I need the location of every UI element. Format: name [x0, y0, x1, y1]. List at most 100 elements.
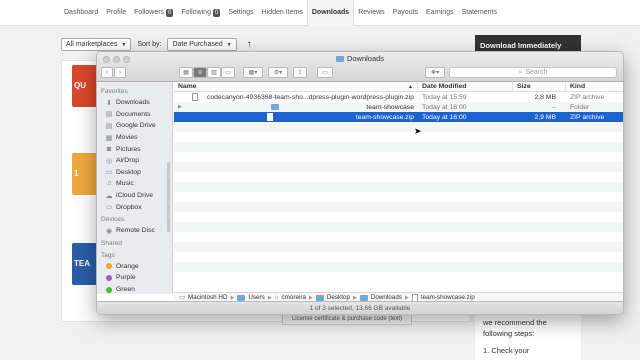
sidebar-item-music[interactable]: ♫ Music: [97, 178, 172, 190]
sidebar-item-movies[interactable]: ▦ Movies: [97, 132, 172, 144]
path-segment[interactable]: Users: [248, 294, 264, 301]
download-panel-body: we recommend the following steps: 1. Che…: [475, 313, 581, 360]
sidebar-item-desktop[interactable]: ▭ Desktop: [97, 167, 172, 179]
file-row[interactable]: codecanyon-4936368-team-sho...dpress-plu…: [174, 92, 623, 102]
file-date: Today at 16:00: [422, 103, 467, 111]
nav-earnings[interactable]: Earnings: [422, 0, 458, 26]
nav-payouts[interactable]: Payouts: [389, 0, 422, 26]
sidebar-item-pictures[interactable]: ◙ Pictures: [97, 143, 172, 155]
path-segment[interactable]: Desktop: [327, 294, 350, 301]
sidebar-tag-orange[interactable]: Orange: [97, 261, 172, 273]
camera-icon: ◙: [106, 145, 112, 153]
nav-downloads[interactable]: Downloads: [306, 0, 355, 26]
share-icon: ⇪: [297, 70, 303, 76]
sidebar-item-airdrop[interactable]: ◎ AirDrop: [97, 155, 172, 167]
sidebar-item-remote-disc[interactable]: ◉ Remote Disc: [97, 225, 172, 237]
sidebar-tag-purple[interactable]: Purple: [97, 272, 172, 284]
empty-row: [174, 242, 623, 252]
path-segment[interactable]: Macintosh HD: [188, 294, 228, 301]
file-date: Today at 15:59: [422, 93, 467, 101]
gallery-icon: ▭: [225, 70, 231, 76]
column-view-button[interactable]: ▥: [207, 67, 221, 78]
nav-profile[interactable]: Profile: [102, 0, 130, 26]
nav-label: Downloads: [311, 9, 350, 16]
nav-followers[interactable]: Followers 0: [130, 0, 177, 26]
chevron-right-icon: ▶: [352, 294, 357, 301]
back-button[interactable]: ‹: [101, 67, 113, 78]
nav-following[interactable]: Following 0: [177, 0, 224, 26]
column-size-header[interactable]: Size: [513, 81, 566, 92]
search-placeholder: Search: [525, 69, 548, 76]
sort-select[interactable]: Date Purchased ▼: [167, 38, 237, 51]
folder-icon: [359, 294, 368, 301]
thumbnail-text: QU: [74, 81, 86, 90]
sidebar-scrollbar[interactable]: [167, 162, 170, 232]
file-size: 2,8 MB: [534, 93, 556, 101]
sort-direction-icon[interactable]: ↑: [247, 39, 252, 50]
column-date-header[interactable]: Date Modified: [418, 81, 513, 92]
list-view-button[interactable]: ≡: [193, 67, 207, 78]
column-kind-header[interactable]: Kind: [566, 82, 623, 92]
marketplace-select[interactable]: All marketplaces ▼: [61, 38, 132, 51]
file-row[interactable]: ▶ team-showcase Today at 16:00 -- Folder: [174, 102, 623, 112]
folder-icon: [237, 294, 246, 301]
path-segment[interactable]: Downloads: [371, 294, 402, 301]
list-icon: ≡: [198, 69, 202, 76]
nav-label: Hidden Items: [261, 9, 303, 16]
column-label: Kind: [570, 83, 586, 90]
window-title: Downloads: [97, 54, 623, 63]
search-field[interactable]: ⌕ Search: [449, 67, 617, 78]
file-row-selected[interactable]: team-showcase.zip Today at 16:00 2,9 MB …: [174, 112, 623, 122]
forward-button[interactable]: ›: [114, 67, 126, 78]
sidebar-item-documents[interactable]: ▤ Documents: [97, 109, 172, 121]
gear-icon: ⚙▾: [273, 70, 283, 76]
chevron-down-icon: ▼: [226, 41, 232, 48]
column-name-header[interactable]: Name ▲: [174, 81, 418, 92]
file-kind: ZIP archive: [570, 113, 605, 121]
sidebar-tag-green[interactable]: Green: [97, 284, 172, 296]
nav-label: Earnings: [425, 9, 454, 16]
sidebar-item-icloud-drive[interactable]: ☁ iCloud Drive: [97, 190, 172, 202]
chevron-left-icon: ‹: [106, 69, 108, 76]
finder-sidebar: Favorites ⬇ Downloads ▤ Documents ▤ Google …: [97, 82, 173, 294]
disclosure-triangle-icon[interactable]: ▶: [178, 104, 184, 110]
sidebar-item-label: Movies: [116, 134, 138, 142]
nav-settings[interactable]: Settings: [224, 0, 257, 26]
columns-icon: ▥: [211, 70, 217, 76]
folder-icon: [315, 294, 324, 301]
path-segment[interactable]: cmoreira: [281, 294, 306, 301]
nav-hidden-items[interactable]: Hidden Items: [258, 0, 307, 26]
path-segment[interactable]: team-showcase.zip: [421, 294, 475, 301]
sidebar-item-dropbox[interactable]: ▭ Dropbox: [97, 201, 172, 213]
chevron-right-icon: ▶: [404, 294, 409, 301]
dropbox-button[interactable]: ❖▾: [425, 67, 445, 78]
grid-icon: ▦: [183, 70, 189, 76]
edit-tags-button[interactable]: ▭: [317, 67, 333, 78]
nav-label: Followers: [134, 9, 165, 16]
sidebar-item-google-drive[interactable]: ▤ Google Drive: [97, 120, 172, 132]
column-label: Name: [178, 83, 197, 90]
top-navigation: Dashboard Profile Followers 0 Following 0 …: [0, 0, 640, 26]
nav-reviews[interactable]: Reviews: [354, 0, 388, 26]
share-button[interactable]: ⇪: [293, 67, 307, 78]
empty-row: [174, 212, 623, 222]
group-button[interactable]: ▦▾: [243, 67, 263, 78]
sidebar-item-label: AirDrop: [116, 157, 140, 165]
sort-label: Sort by:: [137, 41, 162, 48]
empty-row: [174, 262, 623, 272]
icon-view-button[interactable]: ▦: [179, 67, 193, 78]
action-button[interactable]: ⚙▾: [268, 67, 288, 78]
chevron-right-icon: ›: [119, 69, 121, 76]
column-label: Size: [517, 83, 531, 90]
music-icon: ♫: [106, 180, 112, 188]
nav-statements[interactable]: Statements: [458, 0, 501, 26]
sidebar-item-label: Dropbox: [116, 203, 142, 211]
gallery-view-button[interactable]: ▭: [221, 67, 235, 78]
nav-label: Settings: [228, 9, 254, 16]
window-title-text: Downloads: [346, 54, 385, 63]
file-name: team-showcase: [366, 103, 414, 111]
sidebar-item-downloads[interactable]: ⬇ Downloads: [97, 97, 172, 109]
nav-dashboard[interactable]: Dashboard: [60, 0, 102, 26]
followers-count-badge: 0: [166, 8, 174, 17]
sidebar-item-label: Music: [116, 180, 134, 188]
